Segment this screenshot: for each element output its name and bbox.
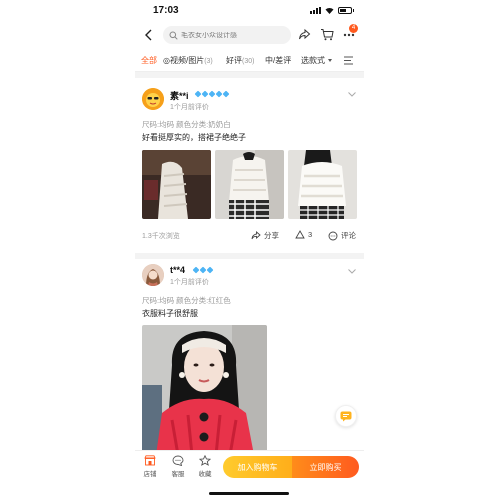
filter-bar: 全部 ◎视频/图片(3) 好评(30) 中/差评 选款式 [135,48,364,72]
service-chat-icon [172,455,184,466]
filter-tab-video[interactable]: ◎视频/图片(3) [163,55,213,66]
review-time: 1个月前评价 [170,104,209,111]
battery-icon [338,7,354,14]
comment-label: 评论 [341,231,356,240]
thumb-up-icon [295,230,305,239]
signal-icon [310,7,321,14]
chat-icon [340,411,352,421]
favorite-label: 收藏 [198,471,212,478]
diamond-level-icon [192,266,214,274]
comment-icon [328,231,338,240]
service-label: 客服 [171,471,185,478]
filter-menu-icon[interactable] [344,56,355,65]
search-box[interactable] [163,26,291,44]
share-label: 分享 [264,231,279,240]
chat-float-button[interactable] [335,405,357,427]
review-list: 素**i 1个月前评价 尺码:均码 颜色分类:奶奶白 好看挺厚实的，搭裙子绝绝子 [135,78,364,450]
like-button[interactable]: 3 [295,230,312,239]
like-count: 3 [308,230,313,239]
star-icon [199,455,211,466]
review-photo[interactable] [215,150,284,219]
filter-tab-good[interactable]: 好评(30) [226,55,254,66]
chevron-down-icon[interactable] [348,92,356,97]
store-icon [144,455,156,466]
filter-tab-good-count: (30) [242,58,255,65]
phone-screen: 17:03 毛衣女小众设计感 4 全部 ◎视频/图片(3) 好评(30) 中/差… [135,0,364,499]
review-text: 衣服料子很舒服 [142,309,198,318]
review-time: 1个月前评价 [170,279,209,286]
filter-tab-mid-bad[interactable]: 中/差评 [265,55,291,66]
share-icon [251,231,261,240]
review-photo[interactable] [142,325,267,450]
sku-info: 尺码:均码 颜色分类:奶奶白 [142,120,231,129]
home-indicator [209,492,289,495]
share-button[interactable]: 分享 [251,230,279,241]
review-photo[interactable] [142,150,211,219]
diamond-level-icon [194,90,230,98]
service-button[interactable]: 客服 [168,455,188,478]
chevron-down-icon [328,59,332,62]
username: t**4 [170,265,186,275]
review-card[interactable]: 素**i 1个月前评价 尺码:均码 颜色分类:奶奶白 好看挺厚实的，搭裙子绝绝子 [135,78,364,253]
avatar[interactable] [142,88,164,110]
filter-tab-good-label: 好评 [226,56,242,65]
review-text: 好看挺厚实的，搭裙子绝绝子 [142,133,246,142]
search-icon [169,31,178,40]
buy-now-button[interactable]: 立即购买 [292,456,359,478]
notification-badge: 4 [349,24,358,33]
search-input[interactable] [181,31,281,39]
comment-button[interactable]: 评论 [328,230,356,241]
review-photo[interactable] [288,150,357,219]
store-button[interactable]: 店铺 [140,455,160,478]
store-label: 店铺 [143,471,157,478]
status-icons [310,7,354,14]
chevron-down-icon[interactable] [348,269,356,274]
view-count: 1.3千次浏览 [142,233,180,240]
filter-tab-video-count: (3) [204,58,213,65]
wifi-icon [325,7,334,14]
bottom-bar: 店铺 客服 收藏 加入购物车 立即购买 [135,450,364,499]
top-bar: 4 [135,22,364,48]
sort-style-dropdown[interactable]: 选款式 [301,55,325,66]
status-time: 17:03 [153,5,179,16]
share-icon[interactable] [298,28,311,41]
username: 素**i [170,91,189,101]
status-bar: 17:03 [135,0,364,22]
add-to-cart-button[interactable]: 加入购物车 [223,456,292,478]
avatar[interactable] [142,264,164,286]
favorite-button[interactable]: 收藏 [195,455,215,478]
filter-tab-video-label: ◎视频/图片 [163,56,205,65]
filter-tab-all[interactable]: 全部 [141,55,157,66]
back-icon[interactable] [144,29,154,41]
sku-info: 尺码:均码 颜色分类:红红色 [142,296,231,305]
review-card[interactable]: t**4 1个月前评价 尺码:均码 颜色分类:红红色 衣服料子很舒服 [135,259,364,450]
cart-icon[interactable] [320,28,334,41]
